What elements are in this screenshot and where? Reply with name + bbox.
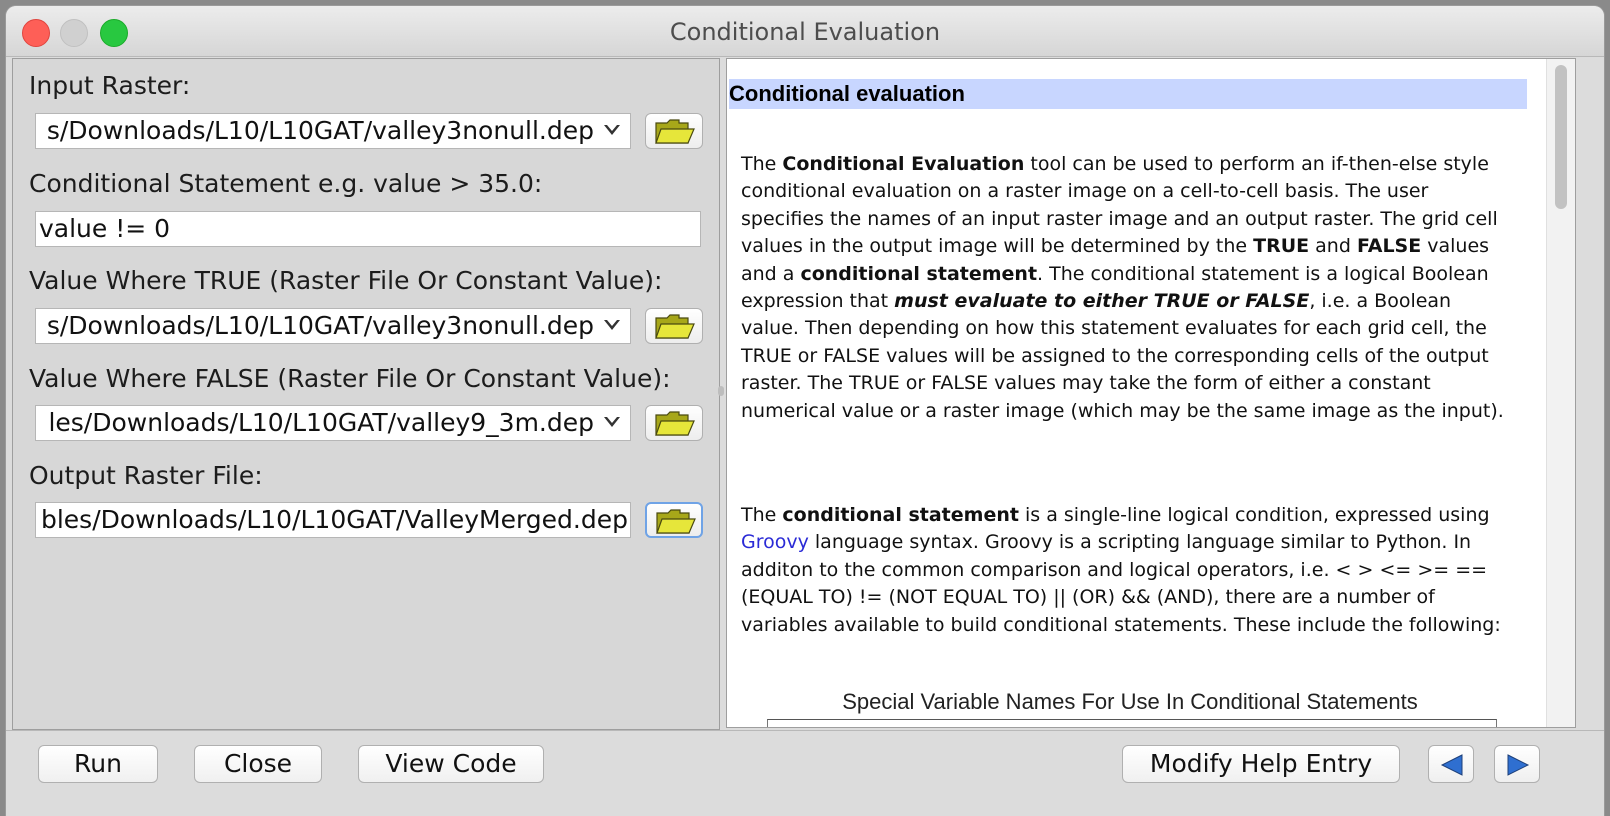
- output-raster-value: bles/Downloads/L10/L10GAT/ValleyMerged.d…: [40, 505, 628, 534]
- help-scroll-thumb[interactable]: [1555, 65, 1567, 209]
- help-forward-button[interactable]: [1494, 745, 1540, 783]
- chevron-down-icon[interactable]: [602, 120, 622, 140]
- arrow-left-icon: [1440, 754, 1463, 776]
- dialog-window: Conditional Evaluation Input Raster: s/D…: [6, 6, 1604, 816]
- value-false-label: Value Where FALSE (Raster File Or Consta…: [29, 364, 671, 393]
- conditional-statement-label: Conditional Statement e.g. value > 35.0:: [29, 169, 543, 198]
- help-scrollbar[interactable]: [1546, 59, 1575, 727]
- help-heading: Conditional evaluation: [729, 79, 1527, 109]
- folder-icon: [656, 509, 696, 534]
- variables-table: [767, 719, 1497, 727]
- variables-table-caption: Special Variable Names For Use In Condit…: [842, 689, 1418, 714]
- help-paragraph-2: The conditional statement is a single-li…: [741, 504, 1501, 636]
- value-false-browse-button[interactable]: [645, 405, 703, 441]
- value-true-value: s/Downloads/L10/L10GAT/valley3nonull.dep: [46, 311, 594, 340]
- close-button[interactable]: Close: [194, 745, 322, 783]
- groovy-link[interactable]: Groovy: [741, 531, 809, 553]
- conditional-statement-input[interactable]: value != 0: [35, 211, 701, 247]
- help-paragraph-1: The Conditional Evaluation tool can be u…: [741, 153, 1504, 422]
- output-raster-field[interactable]: bles/Downloads/L10/L10GAT/ValleyMerged.d…: [35, 502, 631, 538]
- value-false-value: les/Downloads/L10/L10GAT/valley9_3m.dep: [48, 408, 594, 437]
- input-raster-label: Input Raster:: [29, 71, 191, 100]
- parameters-panel: Input Raster: s/Downloads/L10/L10GAT/val…: [12, 58, 720, 730]
- arrow-right-icon: [1507, 754, 1530, 776]
- folder-icon: [655, 411, 695, 436]
- split-pane-divider[interactable]: [718, 386, 724, 396]
- button-bar: Run Close View Code Modify Help Entry: [6, 730, 1604, 816]
- view-code-button[interactable]: View Code: [358, 745, 544, 783]
- value-true-label: Value Where TRUE (Raster File Or Constan…: [29, 266, 663, 295]
- input-raster-combo[interactable]: s/Downloads/L10/L10GAT/valley3nonull.dep: [35, 113, 631, 149]
- help-back-button[interactable]: [1428, 745, 1474, 783]
- output-raster-browse-button[interactable]: [645, 502, 703, 538]
- value-true-combo[interactable]: s/Downloads/L10/L10GAT/valley3nonull.dep: [35, 308, 631, 344]
- run-button[interactable]: Run: [38, 745, 158, 783]
- help-panel: Conditional evaluation The Conditional E…: [726, 58, 1576, 728]
- value-false-combo[interactable]: les/Downloads/L10/L10GAT/valley9_3m.dep: [35, 405, 631, 441]
- modify-help-entry-button[interactable]: Modify Help Entry: [1122, 745, 1400, 783]
- window-title: Conditional Evaluation: [669, 18, 941, 46]
- chevron-down-icon[interactable]: [602, 412, 622, 432]
- folder-icon: [655, 119, 695, 144]
- input-raster-value: s/Downloads/L10/L10GAT/valley3nonull.dep: [46, 116, 594, 145]
- folder-icon: [655, 314, 695, 339]
- conditional-statement-value: value != 0: [39, 214, 171, 243]
- help-heading-text: Conditional evaluation: [729, 81, 965, 106]
- chevron-down-icon[interactable]: [602, 315, 622, 335]
- value-true-browse-button[interactable]: [645, 308, 703, 344]
- output-raster-label: Output Raster File:: [29, 461, 263, 490]
- input-raster-browse-button[interactable]: [645, 113, 703, 149]
- title-bar: Conditional Evaluation: [6, 6, 1604, 57]
